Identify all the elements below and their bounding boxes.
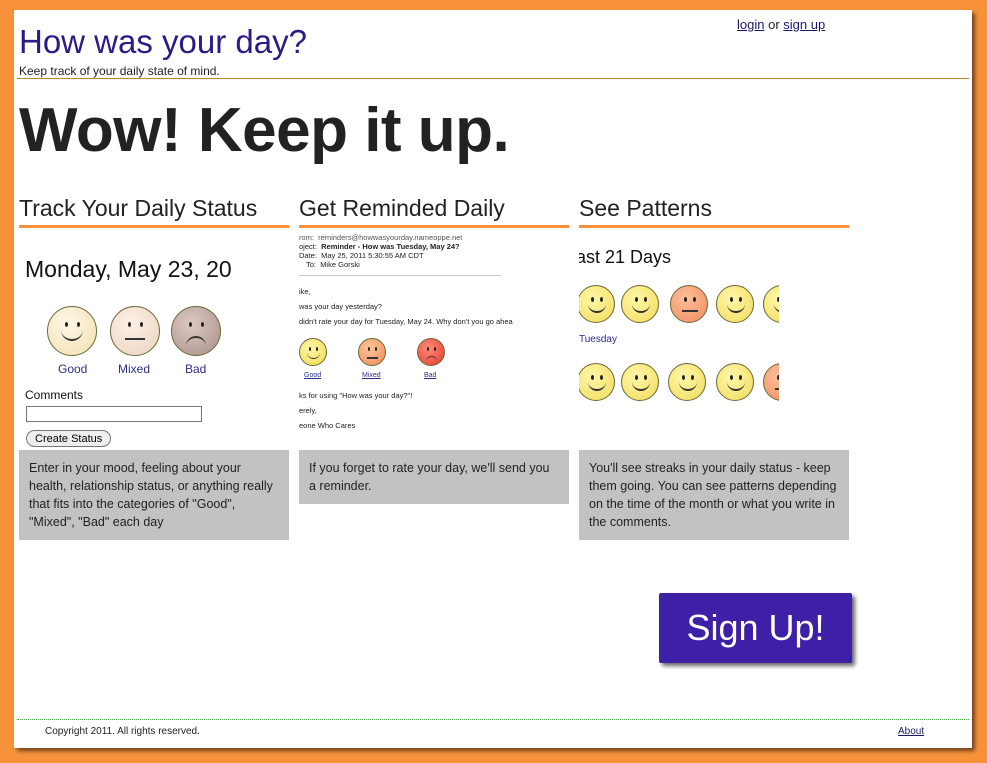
- email-date-row: Date: May 25, 2011 5:30:55 AM CDT: [299, 251, 424, 261]
- header-divider: [17, 78, 969, 79]
- mixed-face-icon: [670, 285, 708, 324]
- good-smiley-icon: [47, 306, 97, 357]
- reminder-email-screenshot: rom: reminders@howwasyourday.nameoppe.ne…: [299, 228, 569, 451]
- mood-label-mixed: Mixed: [118, 362, 151, 377]
- site-tagline: Keep track of your daily state of mind.: [19, 64, 220, 78]
- feature-track-status: Track Your Daily Status Monday, May 23, …: [19, 195, 289, 541]
- email-line: didn't rate your day for Tuesday, May 24…: [299, 317, 513, 327]
- feature-heading: Track Your Daily Status: [19, 195, 289, 229]
- feature-heading: Get Reminded Daily: [299, 195, 569, 229]
- day-label: Tuesday: [579, 334, 617, 346]
- feature-reminders: Get Reminded Daily rom: reminders@howwas…: [299, 195, 569, 505]
- mood-label-bad: Bad: [185, 362, 207, 377]
- feature-description: If you forget to rate your day, we'll se…: [299, 450, 569, 505]
- mixed-face-icon: [763, 363, 779, 402]
- email-divider: [299, 275, 501, 277]
- bad-frown-icon: [171, 306, 221, 357]
- auth-or-text: or: [768, 17, 780, 32]
- create-status-button[interactable]: Create Status: [26, 430, 112, 448]
- about-link[interactable]: About: [898, 726, 924, 737]
- feature-patterns: See Patterns ast 21 Days Tuesday You'll …: [579, 195, 849, 541]
- good-smiley-icon: [621, 363, 659, 402]
- email-bad-link[interactable]: Bad: [424, 372, 436, 379]
- site-title[interactable]: How was your day?: [19, 25, 307, 58]
- feature-description: You'll see streaks in your daily status …: [579, 450, 849, 541]
- email-line: ks for using "How was your day?"!: [299, 391, 413, 401]
- feature-heading: See Patterns: [579, 195, 849, 229]
- good-smiley-icon: [668, 363, 706, 402]
- comments-input[interactable]: [26, 406, 202, 423]
- mixed-face-icon: [110, 306, 160, 357]
- status-form-screenshot: Monday, May 23, 20 Good Mixed Bad Commen…: [19, 228, 289, 451]
- login-link[interactable]: login: [737, 17, 764, 32]
- copyright-text: Copyright 2011. All rights reserved.: [45, 726, 200, 737]
- good-smiley-icon: [579, 363, 615, 402]
- auth-links: login or sign up: [737, 17, 825, 32]
- good-smiley-icon: [579, 285, 615, 324]
- email-mixed-link[interactable]: Mixed: [362, 372, 381, 379]
- email-signature: eone Who Cares: [299, 421, 356, 431]
- good-smiley-icon: [299, 338, 327, 367]
- bad-frown-icon: [417, 338, 445, 367]
- screenshot-date: Monday, May 23, 20: [25, 256, 232, 283]
- signup-link[interactable]: sign up: [783, 17, 825, 32]
- mood-label-good: Good: [58, 362, 88, 377]
- page-container: How was your day? Keep track of your dai…: [14, 10, 972, 748]
- good-smiley-icon: [716, 363, 754, 402]
- patterns-title: ast 21 Days: [579, 247, 672, 268]
- patterns-crop: ast 21 Days Tuesday: [579, 228, 779, 450]
- mixed-face-icon: [358, 338, 386, 367]
- good-smiley-icon: [716, 285, 754, 324]
- good-smiley-icon: [763, 285, 779, 324]
- email-good-link[interactable]: Good: [304, 372, 321, 379]
- good-smiley-icon: [621, 285, 659, 324]
- email-to-row: To: Mike Gorski: [306, 260, 360, 270]
- comments-label: Comments: [25, 388, 84, 403]
- email-line: erely,: [299, 406, 317, 416]
- email-line: was your day yesterday?: [299, 302, 382, 312]
- sign-up-button[interactable]: Sign Up!: [659, 593, 852, 663]
- email-greeting: ike,: [299, 287, 311, 297]
- footer-divider: [17, 719, 969, 720]
- patterns-screenshot: ast 21 Days Tuesday: [579, 228, 849, 451]
- email-subject-row: oject: Reminder - How was Tuesday, May 2…: [299, 242, 460, 252]
- feature-description: Enter in your mood, feeling about your h…: [19, 450, 289, 541]
- email-from-row: rom: reminders@howwasyourday.nameoppe.ne…: [299, 233, 463, 243]
- hero-heading: Wow! Keep it up.: [19, 96, 510, 165]
